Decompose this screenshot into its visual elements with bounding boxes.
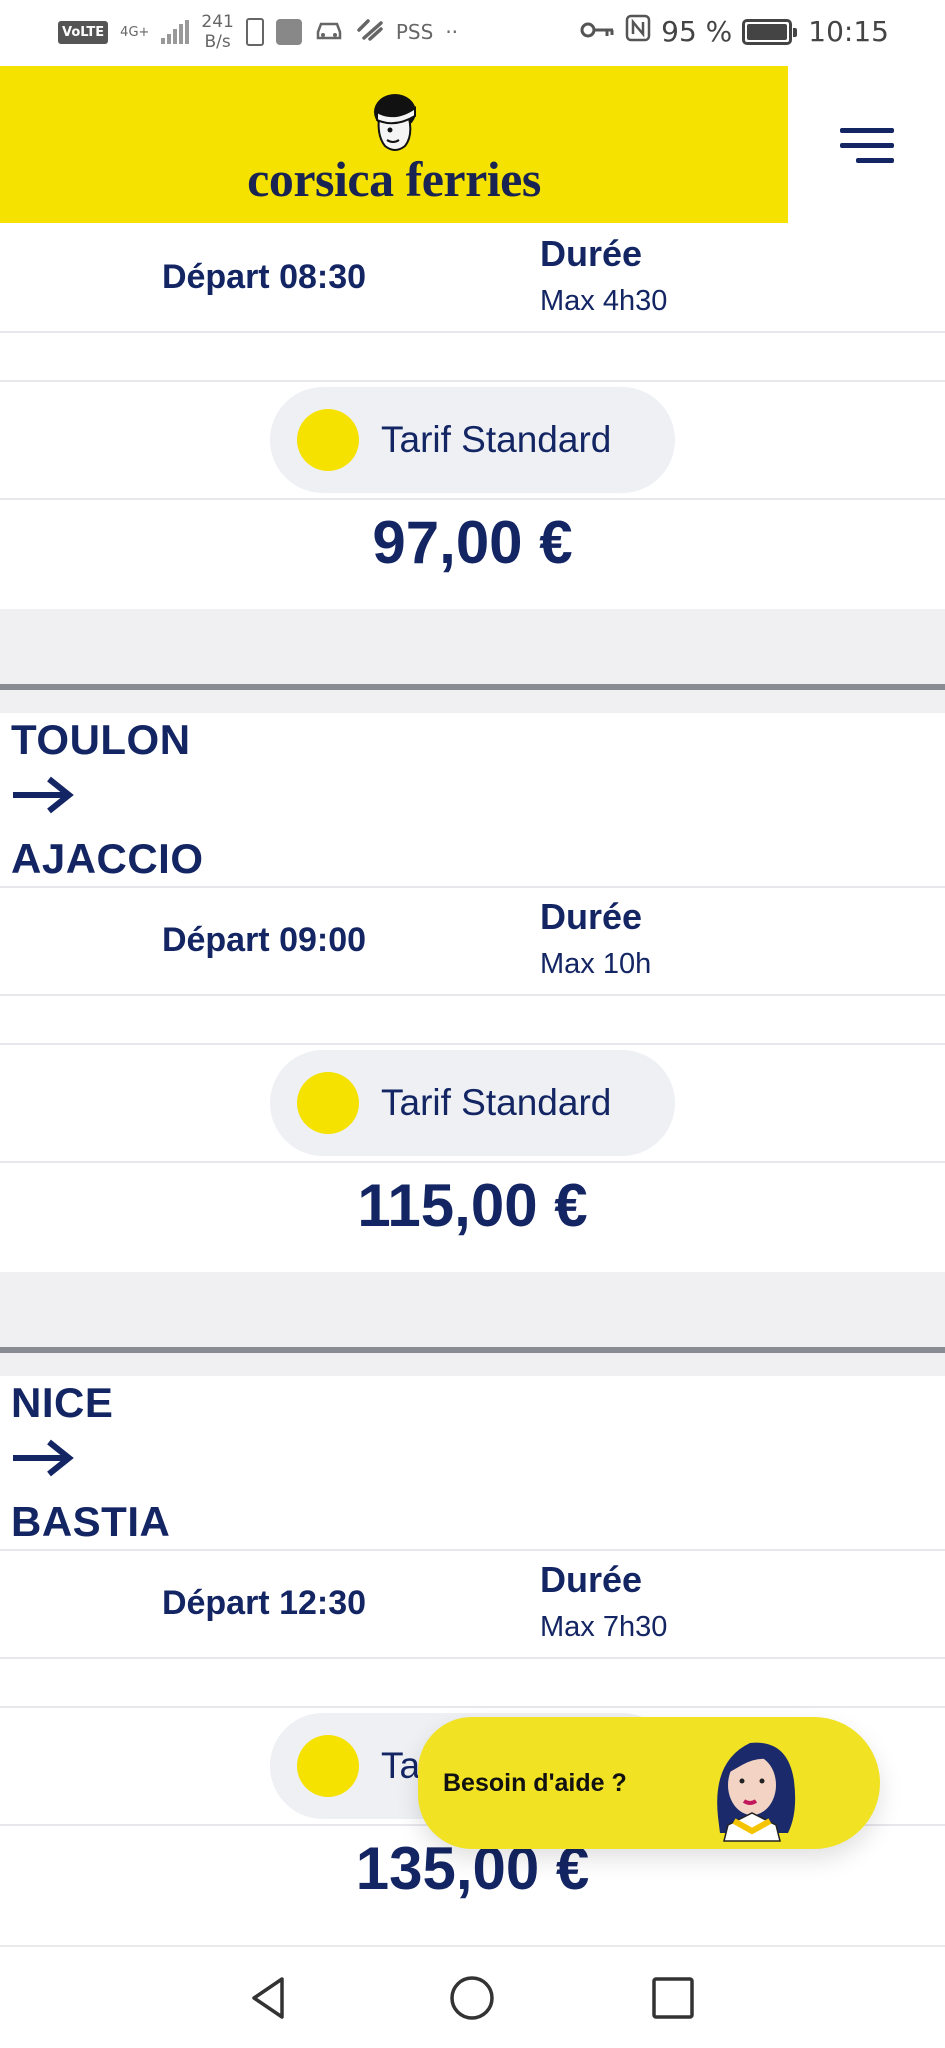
help-chat-button[interactable]: Besoin d'aide ? [418, 1717, 880, 1849]
route-destination: AJACCIO [11, 835, 204, 882]
trip-card: Départ 08:30 Durée Max 4h30 Tarif Standa… [0, 223, 945, 609]
depart-row: Départ 09:00 Durée Max 10h [0, 886, 945, 994]
route-origin: TOULON [11, 716, 191, 763]
assistant-avatar-icon [717, 1742, 796, 1842]
signal-icon [161, 20, 190, 44]
network-type: 4G+ [120, 24, 150, 40]
hamburger-icon [840, 128, 894, 133]
phone-icon [245, 18, 264, 46]
brand-logo[interactable]: corsica ferries [0, 66, 788, 223]
nfc-icon [625, 14, 651, 49]
key-icon [579, 15, 615, 48]
system-nav-bar [0, 1945, 945, 2048]
clock: 10:15 [808, 15, 889, 48]
depart-row: Départ 12:30 Durée Max 7h30 [0, 1549, 945, 1657]
tarif-radio-icon [297, 1735, 359, 1797]
route-origin: NICE [11, 1379, 114, 1426]
arrow-right-icon [13, 1439, 74, 1477]
trip-card: TOULON AJACCIO Départ 09:00 Durée Max 10… [0, 713, 945, 1272]
car-icon [314, 18, 344, 46]
battery-icon [742, 18, 798, 45]
depart-time: Départ 08:30 [161, 257, 367, 296]
gallery-icon [275, 19, 302, 45]
tarif-radio-icon [297, 409, 359, 471]
status-bar: VoLTE 4G+ 241 B/s PSS ·· 95 % 10:15 [0, 0, 945, 66]
duree-label: Durée [540, 233, 643, 274]
depart-time: Départ 09:00 [161, 920, 367, 959]
pss-indicator: PSS [395, 20, 434, 44]
arrow-right-icon [13, 776, 74, 814]
volte-indicator: VoLTE [58, 20, 109, 44]
depart-row: Départ 08:30 Durée Max 4h30 [0, 223, 945, 331]
battery-percent: 95 % [661, 15, 733, 48]
tarif-label: Tarif Standard [381, 419, 612, 460]
tarif-radio-icon [297, 1072, 359, 1134]
brand-wordmark: corsica ferries [247, 151, 541, 207]
duree-label: Durée [540, 896, 643, 937]
depart-time: Départ 12:30 [161, 1583, 367, 1622]
back-triangle-icon[interactable] [246, 1975, 292, 2021]
health-icon [356, 18, 384, 46]
tarif-label: Tarif Standard [381, 1082, 612, 1123]
site-header: corsica ferries [0, 66, 945, 223]
tarif-option[interactable]: Tarif Standard [270, 1050, 675, 1156]
card-separator [0, 684, 945, 690]
trip-price: 115,00 € [357, 1172, 588, 1239]
help-label: Besoin d'aide ? [443, 1768, 627, 1797]
card-separator [0, 1347, 945, 1353]
tarif-option[interactable]: Tarif Standard [270, 387, 675, 493]
recents-square-icon[interactable] [650, 1975, 696, 2021]
network-speed: 241 B/s [201, 12, 234, 52]
route-destination: BASTIA [11, 1498, 171, 1545]
trip-price: 97,00 € [372, 509, 573, 576]
more-dots: ·· [445, 20, 459, 44]
hamburger-menu-button[interactable] [840, 128, 894, 164]
duree-value: Max 10h [540, 948, 652, 980]
home-circle-icon[interactable] [449, 1975, 495, 2021]
trip-card: NICE BASTIA Départ 12:30 Durée Max 7h30 … [0, 1376, 945, 1945]
moor-head-logo-icon [374, 94, 416, 151]
duree-label: Durée [540, 1559, 643, 1600]
duree-value: Max 4h30 [540, 285, 668, 317]
duree-value: Max 7h30 [540, 1611, 668, 1643]
